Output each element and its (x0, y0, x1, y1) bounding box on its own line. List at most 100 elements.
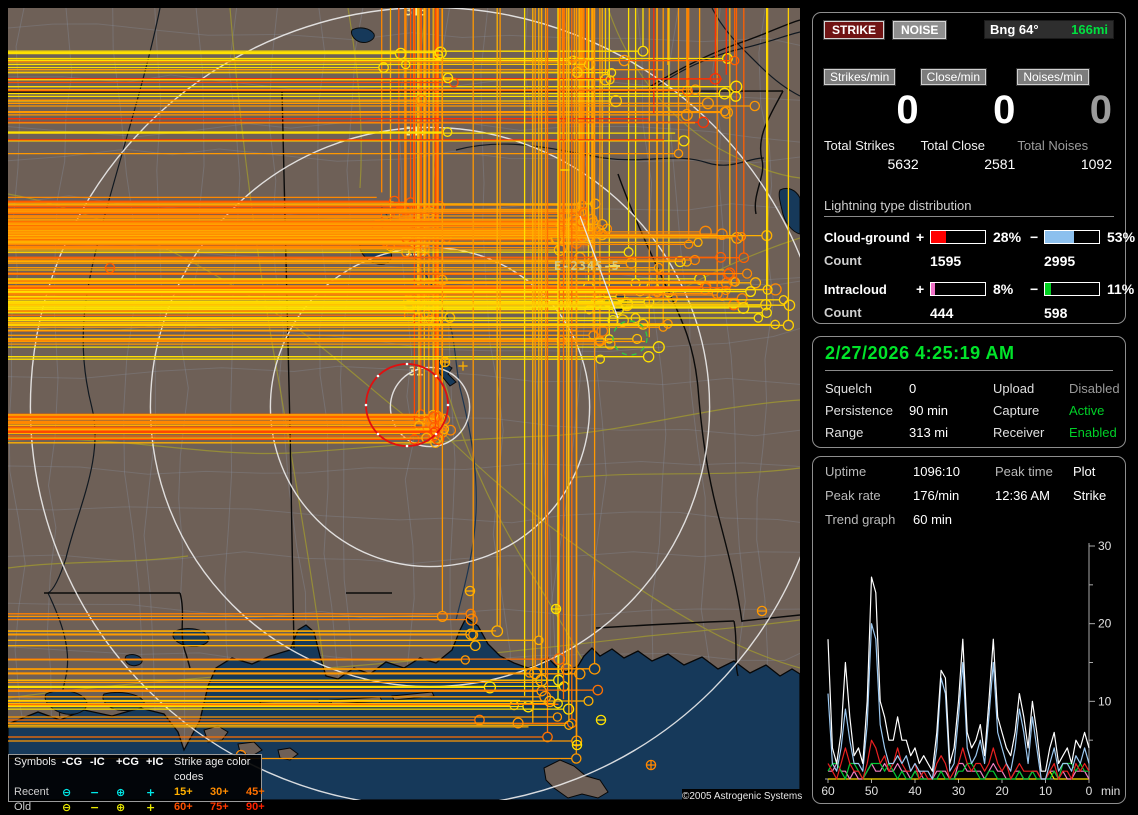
ic-minus-count: 598 (1044, 305, 1114, 321)
age-90: 90+ (246, 800, 280, 815)
recent-ic-plus-icon: + (146, 785, 174, 800)
status-row: Persistence 90 min Capture Active (825, 403, 1113, 418)
distribution-title: Lightning type distribution (824, 198, 1114, 217)
uptime-value: 1096:10 (913, 464, 995, 479)
legend-symbols-header: Symbols (14, 755, 62, 785)
bearing-label: Bng 64° (990, 22, 1039, 37)
trend-panel: Uptime 1096:10 Peak time Plot Peak rate … (812, 456, 1126, 804)
old-ic-plus-icon: + (146, 800, 174, 815)
y-tick-label: 20 (1098, 617, 1112, 631)
x-tick-label: 10 (1039, 784, 1053, 798)
trend-series-total (828, 577, 1089, 771)
x-tick-label: 40 (908, 784, 922, 798)
peak-rate-label: Peak rate (825, 488, 913, 503)
close-per-min-button[interactable]: Close/min (921, 69, 986, 85)
uptime-label: Uptime (825, 464, 913, 479)
alarm-circle-tick (377, 433, 380, 436)
legend-col-cgp: +CG (116, 755, 146, 785)
cg-minus-count: 2995 (1044, 253, 1114, 269)
noise-toggle-button[interactable]: NOISE (893, 21, 946, 39)
close-rate-value: 0 (921, 90, 1016, 130)
status-row: Range 313 mi Receiver Enabled (825, 425, 1113, 440)
squelch-label: Squelch (825, 381, 909, 396)
old-cg-plus-icon: ⊕ (116, 800, 146, 815)
symbol-legend: Symbols -CG -IC +CG +IC Strike age color… (8, 754, 262, 802)
age-30: 30+ (210, 785, 246, 800)
y-tick-label: 10 (1098, 694, 1112, 708)
alarm-circle-tick (406, 363, 409, 366)
strikes-counter: Strikes/min 0 Total Strikes 5632 (824, 69, 921, 172)
peak-rate-value: 176/min (913, 488, 995, 503)
peak-time-value: 12:36 AM (995, 488, 1073, 503)
total-noises-label: Total Noises (1017, 138, 1114, 153)
ic-plus-count: 444 (930, 305, 1030, 321)
strike-symbol-cgp (646, 760, 655, 769)
legend-row-recent: Recent (14, 785, 62, 800)
capture-value: Active (1069, 403, 1113, 418)
noises-rate-value: 0 (1017, 90, 1112, 130)
noises-per-min-button[interactable]: Noises/min (1017, 69, 1088, 85)
capture-label: Capture (993, 403, 1069, 418)
range-label: Range (825, 425, 909, 440)
intracloud-label: Intracloud (824, 282, 916, 297)
cloud-ground-label: Cloud-ground (824, 230, 916, 245)
recent-ic-minus-icon: − (90, 785, 116, 800)
stats-panel: STRIKE NOISE Bng 64° 166mi Strikes/min 0… (812, 12, 1126, 324)
side-panel: STRIKE NOISE Bng 64° 166mi Strikes/min 0… (812, 8, 1130, 804)
cg-plus-bar (930, 230, 986, 244)
x-tick-label: 30 (952, 784, 966, 798)
squelch-value: 0 (909, 381, 993, 396)
uptime-row: Uptime 1096:10 Peak time Plot (825, 464, 1113, 479)
strike-toggle-button[interactable]: STRIKE (824, 21, 884, 39)
y-tick-label: 30 (1098, 541, 1112, 553)
legend-col-cgm: -CG (62, 755, 90, 785)
map-canvas: 31125219313E-2345-5 (8, 8, 800, 800)
storm-cell-label: E-2345-5 (554, 259, 620, 273)
receiver-value: Enabled (1069, 425, 1117, 440)
recent-cg-plus-icon: ⊕ (116, 785, 146, 800)
trend-window-value: 60 min (913, 512, 952, 527)
count-label: Count (824, 305, 916, 321)
plus-sign: + (916, 229, 930, 245)
legend-col-icp: +IC (146, 755, 174, 785)
x-tick-label: 20 (995, 784, 1009, 798)
alarm-circle-tick (447, 404, 450, 407)
plus-sign: + (916, 281, 930, 297)
plot-label: Plot (1073, 464, 1113, 479)
persistence-value: 90 min (909, 403, 993, 418)
x-tick-label: 0 (1086, 784, 1093, 798)
strike-symbol-cgp (440, 357, 449, 366)
peak-rate-row: Peak rate 176/min 12:36 AM Strike (825, 488, 1113, 503)
cloud-ground-row: Cloud-ground + 28% − 53% (824, 229, 1114, 245)
x-tick-label: 50 (865, 784, 879, 798)
minus-sign: − (1030, 281, 1044, 297)
legend-col-icm: -IC (90, 755, 116, 785)
peak-time-label: Peak time (995, 464, 1073, 479)
age-75: 75+ (210, 800, 246, 815)
old-cg-minus-icon: ⊖ (62, 800, 90, 815)
strike-symbol-cgp (551, 604, 560, 613)
trend-graph-row: Trend graph 60 min (825, 512, 1113, 527)
alarm-circle-tick (435, 433, 438, 436)
strikes-rate-value: 0 (824, 90, 919, 130)
age-60: 60+ (174, 800, 210, 815)
receiver-label: Receiver (993, 425, 1069, 440)
status-row: Squelch 0 Upload Disabled (825, 381, 1113, 396)
intracloud-counts: Count 444 598 (824, 305, 1114, 321)
legend-row-old: Old (14, 800, 62, 815)
total-close-value: 2581 (921, 156, 1018, 172)
total-strikes-value: 5632 (824, 156, 921, 172)
range-value: 313 mi (909, 425, 993, 440)
trend-chart: 1020306050403020100min (813, 541, 1127, 803)
close-counter: Close/min 0 Total Close 2581 (921, 69, 1018, 172)
recent-cg-minus-icon: ⊖ (62, 785, 90, 800)
ic-plus-pct: 8% (988, 281, 1030, 297)
strikes-per-min-button[interactable]: Strikes/min (824, 69, 895, 85)
ic-minus-pct: 11% (1102, 281, 1134, 297)
cg-minus-bar (1044, 230, 1100, 244)
ic-minus-bar (1044, 282, 1100, 296)
minus-sign: − (1030, 229, 1044, 245)
lightning-map[interactable]: 31125219313E-2345-5 Symbols -CG -IC +CG … (8, 8, 800, 800)
persistence-label: Persistence (825, 403, 909, 418)
status-panel: 2/27/2026 4:25:19 AM Squelch 0 Upload Di… (812, 336, 1126, 448)
